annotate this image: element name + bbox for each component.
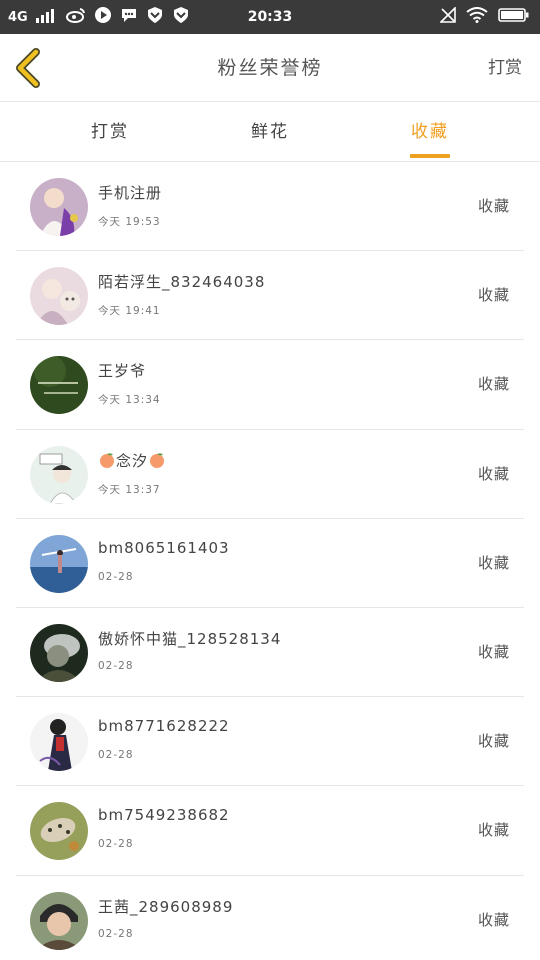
timestamp: 今天 19:53	[98, 216, 161, 228]
no-signal-icon	[439, 6, 456, 27]
action-label: 收藏	[477, 642, 510, 661]
user-name: bm7549238682	[98, 806, 230, 825]
list-item[interactable]: 念汐 今天 13:37 收藏	[16, 430, 524, 519]
tab-reward[interactable]: 打赏	[50, 102, 170, 162]
action-label: 收藏	[477, 910, 510, 929]
user-name: bm8771628222	[98, 717, 230, 736]
fan-list: 手机注册 今天 19:53 收藏 陌若浮生_832464038 今天 19:41…	[0, 162, 540, 960]
avatar	[30, 891, 88, 950]
user-name: 念汐	[98, 450, 166, 471]
list-item[interactable]: 手机注册 今天 19:53 收藏	[16, 162, 524, 252]
list-item[interactable]: bm8771628222 02-28 收藏	[16, 697, 524, 787]
wifi-icon	[466, 7, 488, 27]
avatar	[30, 623, 88, 682]
timestamp: 02-28	[98, 749, 134, 762]
action-label: 收藏	[477, 464, 510, 483]
status-bar: 4G 20:33	[0, 0, 540, 34]
timestamp: 02-28	[98, 927, 134, 940]
tab-bar: 打赏 鲜花 收藏	[0, 102, 540, 162]
user-name: 王岁爷	[98, 362, 147, 381]
tab-label: 打赏	[91, 122, 129, 142]
user-name: 陌若浮生_832464038	[98, 273, 266, 292]
peach-icon	[150, 452, 165, 468]
action-label: 收藏	[477, 553, 510, 572]
action-label: 收藏	[477, 197, 510, 215]
list-item[interactable]: 王岁爷 今天 13:34 收藏	[16, 340, 524, 430]
user-name: 手机注册	[98, 184, 163, 202]
timestamp: 今天 13:37	[98, 483, 161, 496]
action-label: 收藏	[477, 286, 510, 305]
timestamp: 02-28	[98, 659, 134, 672]
timestamp: 今天 13:34	[98, 394, 161, 407]
timestamp: 02-28	[98, 570, 134, 583]
user-name: 王茜_289608989	[98, 897, 234, 916]
avatar	[30, 534, 88, 593]
tab-favorites[interactable]: 收藏	[370, 102, 490, 162]
avatar	[30, 267, 88, 326]
tab-label: 收藏	[411, 122, 449, 142]
peach-icon	[100, 452, 114, 468]
user-name-text: 念汐	[116, 451, 149, 470]
active-tab-indicator	[410, 154, 450, 158]
avatar	[30, 356, 88, 415]
status-right	[439, 0, 530, 34]
avatar	[30, 178, 88, 236]
avatar	[30, 713, 88, 772]
user-name: 傲娇怀中猫_128528134	[98, 629, 282, 648]
action-label: 收藏	[477, 375, 510, 394]
action-label: 收藏	[477, 732, 510, 751]
user-name: bm8065161403	[98, 538, 230, 557]
list-item[interactable]: 傲娇怀中猫_128528134 02-28 收藏	[16, 608, 524, 698]
avatar	[30, 445, 88, 504]
reward-button[interactable]: 打赏	[488, 34, 522, 102]
battery-icon	[498, 7, 530, 27]
tab-flowers[interactable]: 鲜花	[210, 102, 330, 162]
timestamp: 02-28	[98, 838, 134, 851]
list-item[interactable]: 陌若浮生_832464038 今天 19:41 收藏	[16, 251, 524, 341]
app-header: 粉丝荣誉榜 打赏	[0, 34, 540, 102]
list-item[interactable]: bm8065161403 02-28 收藏	[16, 519, 524, 608]
timestamp: 今天 19:41	[98, 305, 161, 318]
page-title: 粉丝荣誉榜	[217, 57, 323, 79]
action-label: 收藏	[477, 821, 510, 840]
avatar	[30, 802, 88, 861]
list-item[interactable]: 王茜_289608989 02-28 收藏	[16, 876, 524, 960]
tab-label: 鲜花	[251, 122, 289, 142]
list-item[interactable]: bm7549238682 02-28 收藏	[16, 786, 524, 876]
